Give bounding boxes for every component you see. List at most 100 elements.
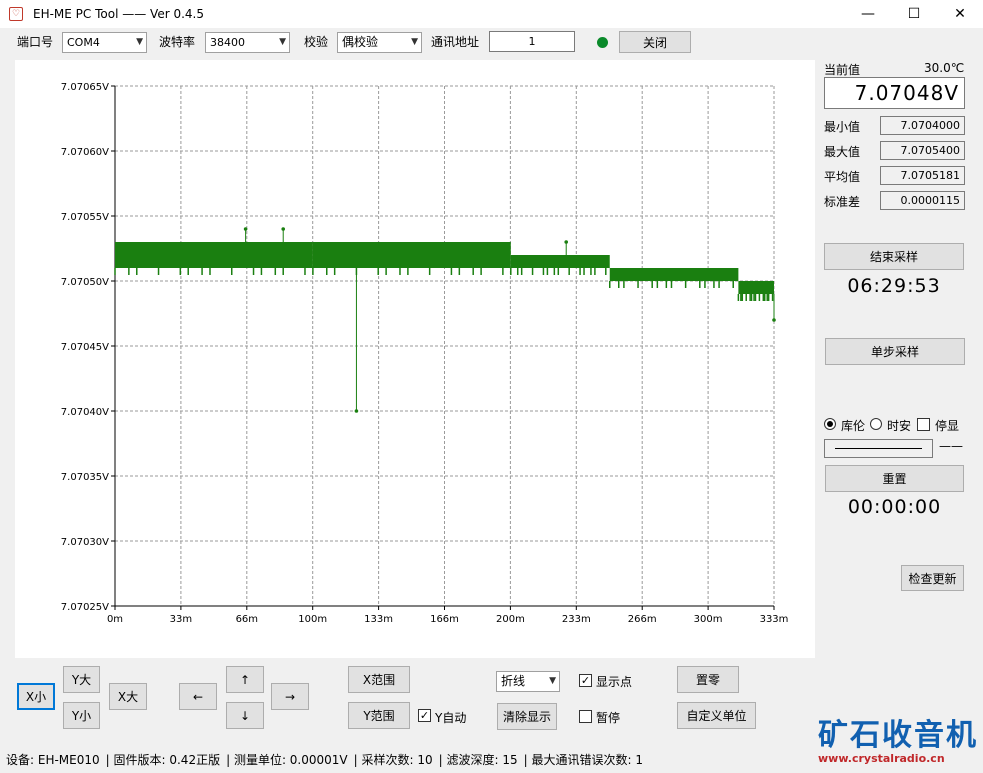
address-input[interactable]: 1: [489, 31, 575, 52]
x-tick-label: 166m: [430, 614, 459, 625]
pause-label: 暂停: [596, 711, 621, 725]
pan-up-button[interactable]: ↑: [226, 666, 264, 693]
pan-left-button[interactable]: ←: [179, 683, 217, 710]
voltage-chart: 7.07065V 7.07060V 7.07055V 7.07050V 7.07045V…: [61, 82, 789, 625]
x-tick-label: 300m: [694, 614, 723, 625]
signal-band: [738, 281, 774, 294]
std-label: 标准差: [824, 195, 861, 209]
signal-band: [115, 242, 313, 268]
pan-right-button[interactable]: →: [271, 683, 309, 710]
y-tick-label: 7.07025V: [61, 602, 109, 613]
x-zoom-out-button[interactable]: X小: [17, 683, 55, 710]
y-tick-label: 7.07055V: [61, 212, 109, 223]
port-value: COM4: [67, 36, 100, 49]
chart-mode-select[interactable]: 折线 ▼: [496, 671, 560, 692]
y-auto-checkbox[interactable]: ✓: [418, 709, 431, 722]
x-tick-label: 233m: [562, 614, 591, 625]
chevron-down-icon: ▼: [136, 37, 143, 47]
radio-coulomb[interactable]: [824, 418, 836, 430]
accumulated-placeholder-line: [835, 448, 922, 449]
std-value: 0.0000115: [880, 191, 965, 210]
accumulated-unit: ——: [939, 439, 963, 453]
baud-value: 38400: [210, 36, 245, 49]
status-samples: 采样次数: 10: [361, 753, 433, 767]
arrow-down-icon: ↓: [239, 708, 251, 723]
chart-mode-value: 折线: [501, 674, 526, 688]
status-bar: 设备: EH-ME010 | 固件版本: 0.42正版 | 测量单位: 0.0000…: [6, 753, 643, 767]
connection-status-led: [597, 37, 608, 48]
y-range-button[interactable]: Y范围: [348, 702, 410, 729]
pause-checkbox[interactable]: [579, 710, 592, 723]
current-value-label: 当前值: [824, 63, 861, 77]
max-value: 7.0705400: [880, 141, 965, 160]
title-bar: ♡ EH-ME PC Tool —— Ver 0.4.5 — ☐ ✕: [0, 0, 983, 28]
address-label: 通讯地址: [431, 35, 480, 49]
y-zoom-in-button[interactable]: Y大: [63, 666, 100, 693]
close-window-button[interactable]: ✕: [937, 0, 983, 28]
baud-select[interactable]: 38400 ▼: [205, 32, 290, 53]
parity-select[interactable]: 偶校验 ▼: [337, 32, 422, 53]
y-tick-label: 7.07035V: [61, 472, 109, 483]
single-step-button[interactable]: 单步采样: [825, 338, 965, 365]
avg-value: 7.0705181: [880, 166, 965, 185]
x-tick-label: 33m: [170, 614, 192, 625]
custom-unit-button[interactable]: 自定义单位: [677, 702, 756, 729]
stop-sampling-button[interactable]: 结束采样: [824, 243, 964, 270]
zero-button[interactable]: 置零: [677, 666, 739, 693]
x-tick-label: 333m: [760, 614, 789, 625]
baud-label: 波特率: [159, 35, 196, 49]
stop-display-checkbox[interactable]: [917, 418, 930, 431]
chevron-down-icon: ▼: [279, 37, 286, 47]
stop-display-label: 停显: [935, 419, 960, 433]
arrow-right-icon: →: [284, 689, 296, 704]
x-tick-label: 133m: [364, 614, 393, 625]
x-tick-label: 0m: [107, 614, 123, 625]
status-filter: 滤波深度: 15: [446, 753, 518, 767]
data-point: [281, 227, 286, 231]
x-tick-label: 100m: [298, 614, 327, 625]
clear-display-button[interactable]: 清除显示: [497, 703, 557, 730]
port-select[interactable]: COM4 ▼: [62, 32, 147, 53]
app-icon: ♡: [9, 7, 23, 21]
chevron-down-icon: ▼: [411, 37, 418, 47]
accumulated-display: [824, 439, 933, 458]
x-tick-label: 200m: [496, 614, 525, 625]
show-points-label: 显示点: [596, 675, 633, 689]
y-tick-label: 7.07030V: [61, 537, 109, 548]
data-point: [354, 409, 359, 413]
show-points-checkbox[interactable]: ✓: [579, 674, 592, 687]
port-label: 端口号: [17, 35, 54, 49]
y-tick-label: 7.07050V: [61, 277, 109, 288]
maximize-button[interactable]: ☐: [891, 0, 937, 28]
avg-label: 平均值: [824, 170, 861, 184]
check-update-button[interactable]: 检查更新: [901, 565, 964, 591]
data-point: [772, 318, 776, 322]
parity-label: 校验: [304, 35, 329, 49]
radio-ampere-hour-label: 时安: [887, 419, 912, 433]
y-tick-label: 7.07045V: [61, 342, 109, 353]
counter-display: 00:00:00: [847, 496, 942, 518]
close-port-button[interactable]: 关闭: [619, 31, 691, 53]
minimize-button[interactable]: —: [845, 0, 891, 28]
arrow-up-icon: ↑: [239, 672, 251, 687]
x-range-button[interactable]: X范围: [348, 666, 410, 693]
y-zoom-out-button[interactable]: Y小: [63, 702, 100, 729]
elapsed-time: 06:29:53: [847, 275, 941, 297]
radio-coulomb-label: 库伦: [841, 419, 866, 433]
reset-button[interactable]: 重置: [825, 465, 964, 492]
status-device: 设备: EH-ME010: [6, 753, 100, 767]
x-zoom-in-button[interactable]: X大: [109, 683, 147, 710]
current-value-display: 7.07048V: [824, 77, 965, 109]
arrow-left-icon: ←: [192, 689, 204, 704]
x-tick-label: 66m: [236, 614, 258, 625]
pan-down-button[interactable]: ↓: [226, 702, 264, 729]
radio-ampere-hour[interactable]: [870, 418, 882, 430]
temperature-readout: 30.0℃: [924, 61, 965, 75]
x-tick-label: 266m: [628, 614, 657, 625]
chart-area[interactable]: 7.07065V 7.07060V 7.07055V 7.07050V 7.07045V…: [15, 60, 815, 658]
min-value: 7.0704000: [880, 116, 965, 135]
chevron-down-icon: ▼: [549, 676, 556, 686]
y-tick-label: 7.07040V: [61, 407, 109, 418]
max-label: 最大值: [824, 145, 861, 159]
signal-band: [312, 242, 511, 268]
